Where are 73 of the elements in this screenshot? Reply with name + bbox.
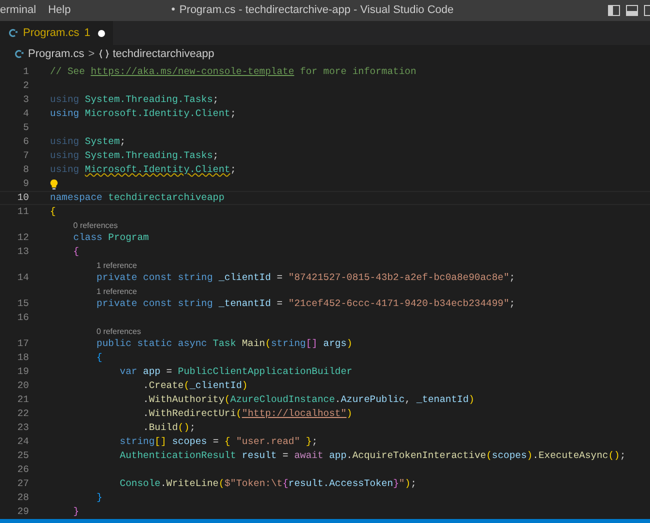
sidebar-layout-icon[interactable]: [608, 5, 620, 16]
line-number: 18: [16, 350, 29, 365]
codelens-reference-count[interactable]: 0 references: [73, 221, 118, 231]
code-line: var app = PublicClientApplicationBuilder: [118, 364, 352, 379]
csharp-file-icon: [8, 28, 18, 38]
line-number: 14: [16, 270, 29, 285]
code-line: private const string _clientId = "87421527-0815-43b2-a2ef-bc0a8e90ac8e";: [96, 270, 516, 285]
code-line: .Build();: [142, 420, 196, 435]
line-number: 21: [16, 392, 29, 407]
code-line: {: [50, 204, 56, 219]
code-line: using Microsoft.Identity.Client;: [50, 106, 236, 121]
code-line: public static async Task Main(string[] args): [96, 336, 352, 351]
line-number: 2: [22, 78, 29, 93]
line-number: 10: [16, 190, 29, 205]
code-line: using System;: [50, 134, 126, 149]
problem-count: 1: [84, 26, 90, 41]
codelens-reference-count[interactable]: 1 reference: [96, 287, 137, 297]
code-line: {: [72, 244, 80, 259]
line-number: 3: [22, 92, 29, 107]
line-number: 29: [16, 504, 29, 519]
line-number: 7: [22, 148, 29, 163]
code-line: .WithRedirectUri("http://localhost"): [142, 406, 352, 421]
panel-layout-icon[interactable]: [626, 5, 638, 16]
window-title: Program.cs - techdirectarchive-app - Visual Studio Code: [179, 3, 454, 18]
code-line: .Create(_clientId): [142, 378, 248, 393]
code-line: using System.Threading.Tasks;: [50, 92, 219, 107]
breadcrumb-symbol[interactable]: techdirectarchiveapp: [112, 46, 214, 62]
line-number: 11: [16, 204, 29, 219]
code-line: // See https://aka.ms/new-console-template for more information: [50, 64, 416, 79]
line-number: 13: [16, 244, 29, 259]
line-number: 24: [16, 434, 29, 449]
code-line: private const string _tenantId = "21cef452-6ccc-4171-9420-b34ecb234499";: [96, 296, 516, 311]
line-number: 16: [16, 310, 29, 325]
lightbulb-icon[interactable]: [50, 178, 58, 190]
line-number: 9: [22, 176, 29, 191]
menu-item[interactable]: Help: [42, 2, 77, 19]
code-line: Console.WriteLine($"Token:\t{result.AccessToken}");: [118, 476, 416, 491]
code-line: }: [72, 504, 80, 519]
line-number: 20: [16, 378, 29, 393]
breadcrumb-file[interactable]: Program.cs: [28, 46, 84, 62]
line-number: 5: [22, 120, 29, 135]
breadcrumb-separator: >: [88, 46, 95, 62]
line-number: 25: [16, 448, 29, 463]
line-number: 12: [16, 230, 29, 245]
code-line: class Program: [72, 230, 149, 245]
csharp-file-icon: [14, 49, 24, 59]
namespace-braces-icon: [98, 49, 109, 59]
code-line: AuthenticationResult result = await app.AcquireTokenInteractive(scopes).ExecuteAsync();: [118, 448, 626, 463]
line-number: 19: [16, 364, 29, 379]
code-line: using System.Threading.Tasks;: [50, 148, 219, 163]
menu-item[interactable]: erminal: [0, 2, 42, 19]
tab-label: Program.cs: [23, 26, 80, 41]
code-line: namespace techdirectarchiveapp: [50, 190, 224, 205]
code-line: string[] scopes = { "user.read" };: [118, 434, 318, 449]
line-number: 26: [16, 462, 29, 477]
editor-tab[interactable]: Program.cs 1: [0, 21, 114, 45]
code-line: using Microsoft.Identity.Client;: [50, 162, 236, 177]
line-number: 27: [16, 476, 29, 491]
line-number: 17: [16, 336, 29, 351]
code-line: }: [96, 490, 102, 505]
codelens-reference-count[interactable]: 0 references: [96, 327, 141, 337]
line-number: 23: [16, 420, 29, 435]
line-number: 4: [22, 106, 29, 121]
line-number: 22: [16, 406, 29, 421]
layout-icon[interactable]: [644, 5, 650, 16]
line-number: 8: [22, 162, 29, 177]
line-number: 28: [16, 490, 29, 505]
line-number: 6: [22, 134, 29, 149]
line-number: 1: [22, 64, 29, 79]
code-line: .WithAuthority(AzureCloudInstance.AzurePublic, _tenantId): [142, 392, 474, 407]
codelens-reference-count[interactable]: 1 reference: [96, 261, 137, 271]
line-number: 15: [16, 296, 29, 311]
code-line: {: [96, 350, 102, 365]
